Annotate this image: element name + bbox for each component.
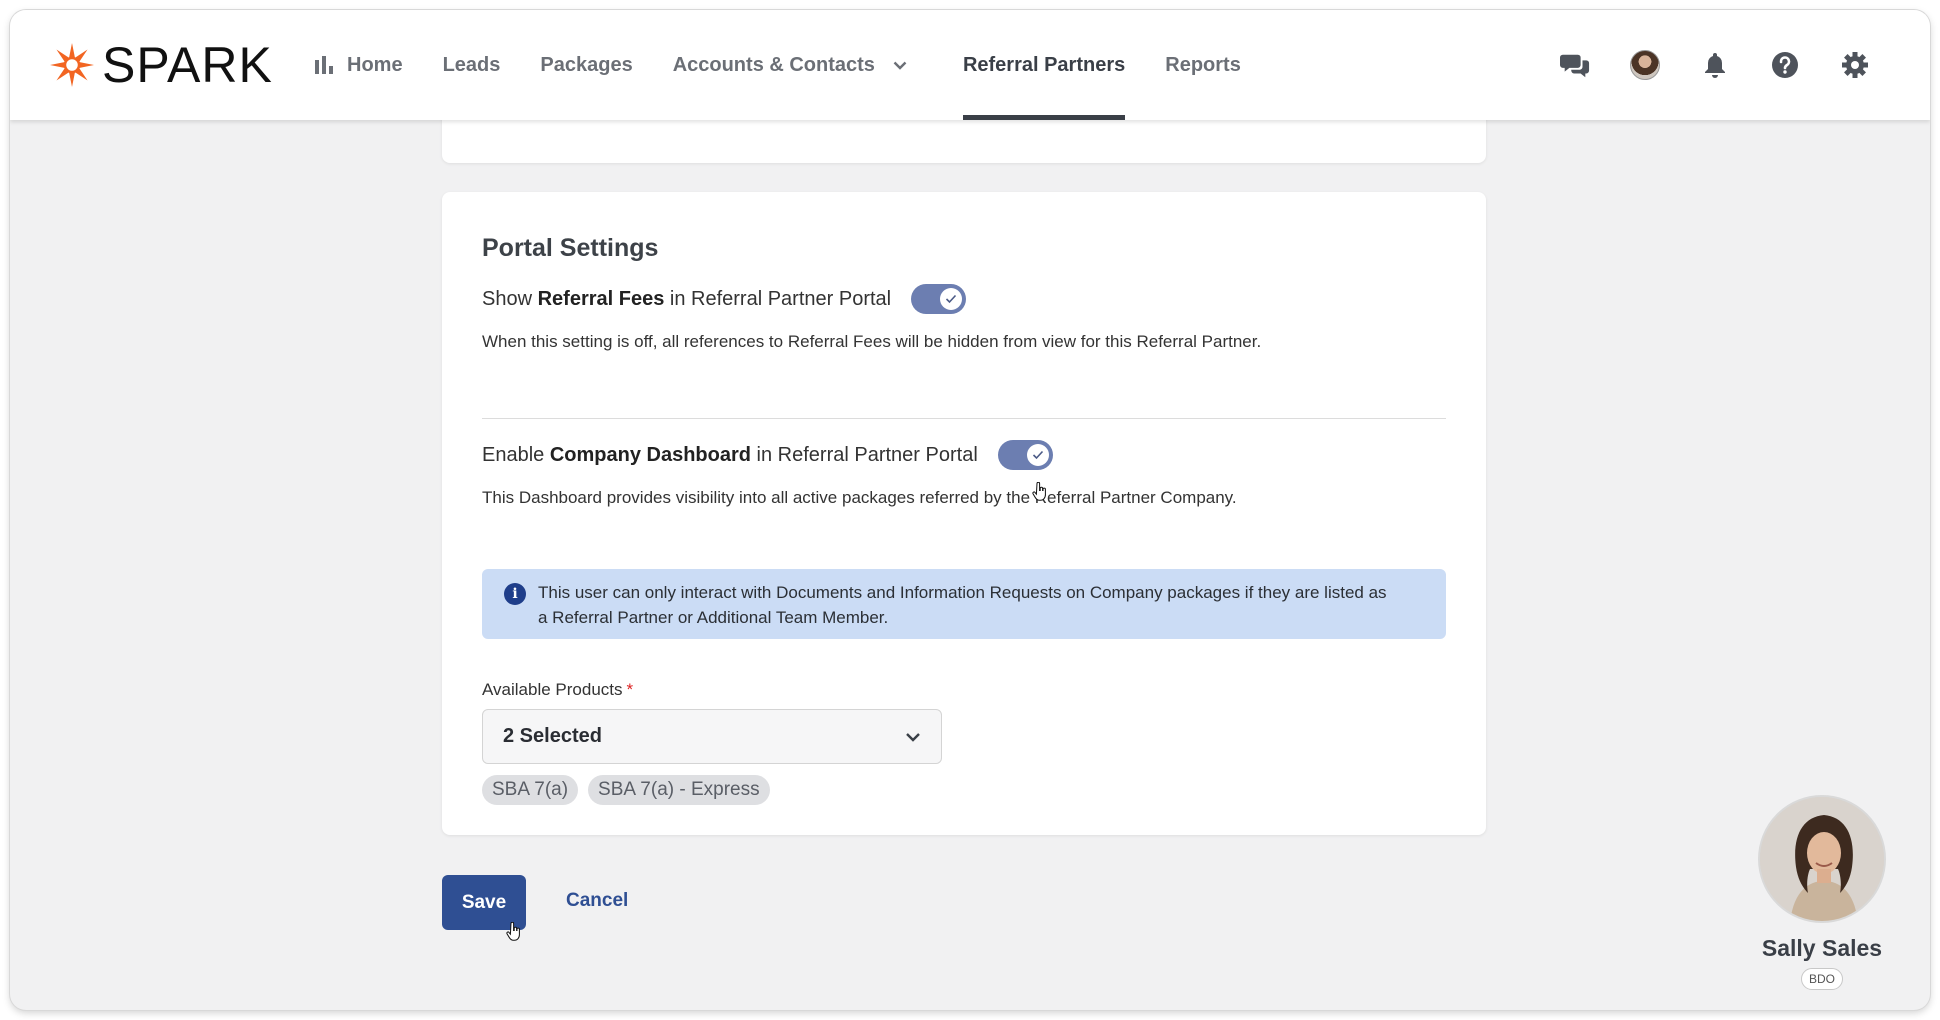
- select-value: 2 Selected: [503, 725, 602, 747]
- user-avatar[interactable]: [1630, 50, 1660, 80]
- spark-star-icon: [50, 43, 94, 87]
- nav-item-referral-partners[interactable]: Referral Partners: [962, 10, 1126, 120]
- nav-item-label: Packages: [540, 53, 633, 76]
- info-text-line1: This user can only interact with Documen…: [538, 583, 1387, 602]
- bar-chart-icon: [315, 56, 333, 74]
- divider: [482, 418, 1446, 419]
- presenter-name: Sally Sales: [1761, 935, 1883, 961]
- nav-item-home[interactable]: Home: [315, 10, 403, 120]
- nav-item-label: Accounts & Contacts: [672, 53, 875, 76]
- product-chip[interactable]: SBA 7(a): [482, 775, 579, 805]
- help-icon[interactable]: [1770, 50, 1800, 80]
- top-navigation-bar: SPARK Home Leads Packages Accounts & Con…: [10, 10, 1930, 120]
- chat-icon[interactable]: [1560, 50, 1590, 80]
- check-icon: [940, 288, 963, 310]
- nav-item-label: Referral Partners: [962, 53, 1126, 76]
- nav-item-leads[interactable]: Leads: [443, 10, 501, 120]
- main-nav: Home Leads Packages Accounts & Contacts …: [315, 10, 1281, 120]
- company-dashboard-toggle[interactable]: [997, 440, 1053, 470]
- chevron-down-icon: [906, 732, 920, 742]
- required-marker: *: [626, 680, 634, 699]
- setting-label: Enable Company Dashboard in Referral Par…: [482, 443, 978, 466]
- bell-icon[interactable]: [1700, 50, 1730, 80]
- chevron-down-icon: [893, 61, 907, 70]
- profile-photo: [1758, 795, 1886, 923]
- presenter-role-badge: BDO: [1801, 968, 1843, 990]
- check-icon: [1026, 444, 1049, 466]
- info-text-line2: a Referral Partner or Additional Team Me…: [538, 608, 889, 627]
- setting-label: Show Referral Fees in Referral Partner P…: [482, 287, 892, 310]
- cancel-button[interactable]: Cancel: [566, 890, 628, 912]
- company-dashboard-setting: Enable Company Dashboard in Referral Par…: [482, 440, 1053, 470]
- nav-item-reports[interactable]: Reports: [1165, 10, 1241, 120]
- avatar: [1630, 50, 1660, 80]
- section-title: Portal Settings: [482, 234, 659, 262]
- referral-fees-toggle[interactable]: [911, 284, 967, 314]
- hand-cursor-icon: [1032, 482, 1046, 501]
- company-dashboard-description: This Dashboard provides visibility into …: [482, 488, 1237, 507]
- app-window: SPARK Home Leads Packages Accounts & Con…: [10, 10, 1930, 1010]
- portal-settings-card: Portal Settings Show Referral Fees in Re…: [442, 192, 1486, 835]
- header-actions: [1560, 10, 1870, 120]
- nav-item-label: Leads: [442, 53, 501, 76]
- info-banner: i This user can only interact with Docum…: [482, 569, 1446, 639]
- available-products-label: Available Products *: [482, 680, 634, 699]
- nav-item-label: Reports: [1165, 53, 1241, 76]
- referral-fees-description: When this setting is off, all references…: [482, 332, 1262, 351]
- referral-fees-setting: Show Referral Fees in Referral Partner P…: [482, 284, 967, 314]
- gear-icon[interactable]: [1840, 50, 1870, 80]
- nav-item-packages[interactable]: Packages: [540, 10, 632, 120]
- nav-item-label: Home: [347, 53, 403, 76]
- info-icon: i: [504, 583, 526, 605]
- spark-logo[interactable]: SPARK: [50, 35, 273, 95]
- nav-item-accounts-contacts[interactable]: Accounts & Contacts: [673, 10, 907, 120]
- hand-cursor-icon: [506, 922, 520, 941]
- selected-products: SBA 7(a) SBA 7(a) - Express: [482, 775, 770, 805]
- brand-name: SPARK: [102, 37, 273, 93]
- available-products-select[interactable]: 2 Selected: [482, 709, 942, 764]
- product-chip[interactable]: SBA 7(a) - Express: [588, 775, 770, 805]
